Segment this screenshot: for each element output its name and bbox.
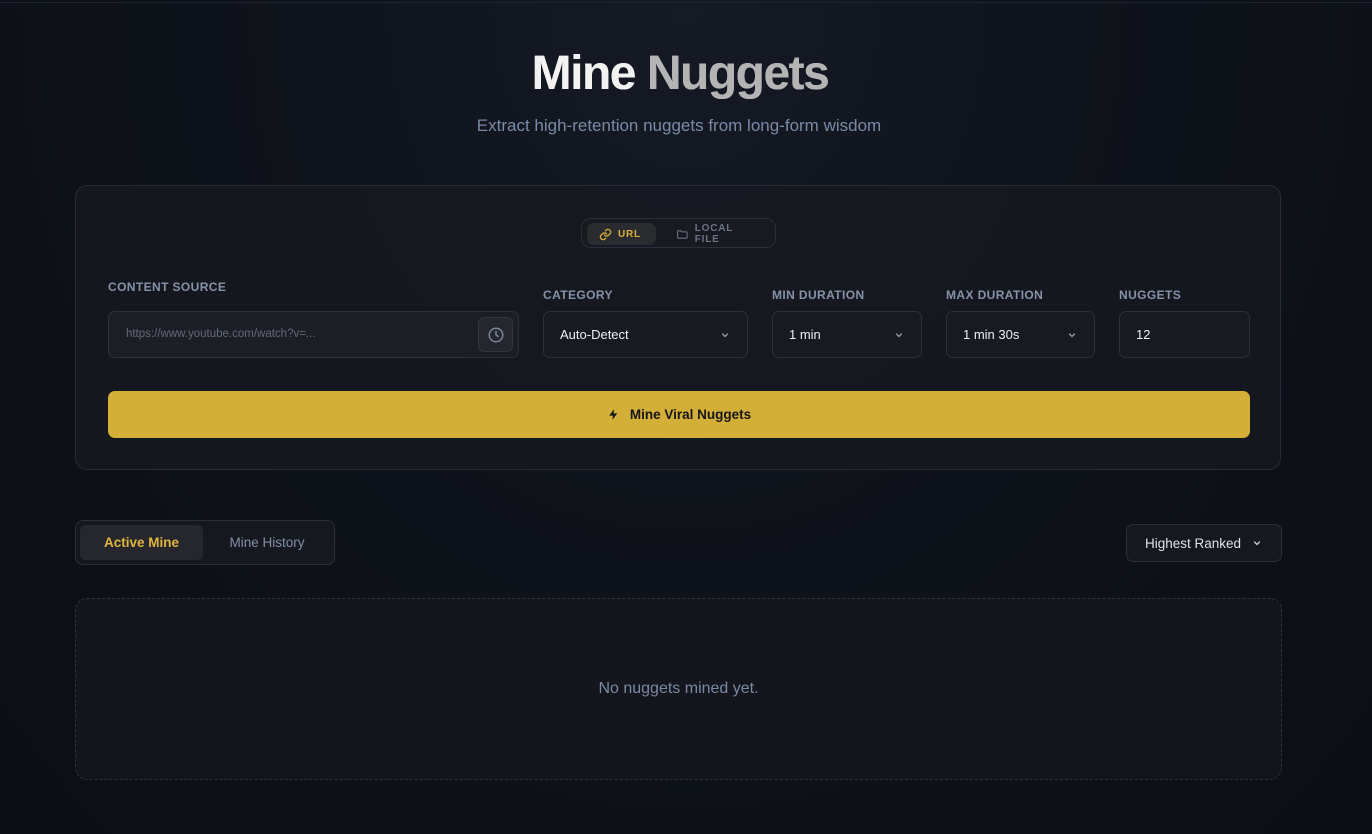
lightning-icon: [609, 409, 618, 420]
page-title-part-1: Mine: [531, 47, 637, 100]
clock-icon: [488, 327, 503, 342]
mine-button[interactable]: Mine Viral Nuggets: [108, 391, 1250, 438]
results-empty-state: No nuggets mined yet.: [75, 598, 1282, 780]
max-duration-value: 1 min 30s: [963, 327, 1020, 342]
tab-active-mine[interactable]: Active Mine: [80, 525, 203, 560]
min-duration-select[interactable]: 1 min: [772, 311, 922, 358]
source-option-url[interactable]: URL: [587, 223, 656, 245]
nuggets-label: NUGGETS: [1119, 288, 1182, 302]
category-value: Auto-Detect: [560, 327, 629, 342]
source-option-local-file-label: LOCAL FILE: [694, 223, 733, 245]
sort-value: Highest Ranked: [1144, 535, 1242, 551]
category-label: CATEGORY: [543, 288, 613, 302]
content-source-placeholder: https://www.youtube.com/watch?v=...: [126, 328, 316, 340]
content-source-input[interactable]: https://www.youtube.com/watch?v=...: [108, 311, 519, 358]
min-duration-label: MIN DURATION: [772, 288, 865, 302]
link-icon: [599, 228, 612, 240]
max-duration-label: MAX DURATION: [946, 288, 1044, 302]
min-duration-value: 1 min: [789, 327, 821, 342]
category-select[interactable]: Auto-Detect: [543, 311, 748, 358]
chevron-down-icon: [1068, 332, 1076, 337]
source-option-url-label: URL: [618, 228, 641, 240]
results-tabs: Active Mine Mine History: [75, 520, 335, 565]
source-toggle: URL LOCAL FILE: [581, 218, 776, 248]
content-source-label: CONTENT SOURCE: [108, 280, 227, 294]
chevron-down-icon: [895, 332, 903, 337]
source-option-local-file[interactable]: LOCAL FILE: [666, 223, 770, 245]
tab-mine-history[interactable]: Mine History: [207, 525, 327, 560]
top-divider: [0, 2, 1372, 3]
chevron-down-icon: [1253, 541, 1261, 546]
page-title: Mine Nuggets: [0, 46, 1360, 101]
sort-select[interactable]: Highest Ranked: [1126, 524, 1282, 562]
max-duration-select[interactable]: 1 min 30s: [946, 311, 1095, 358]
folder-icon: [677, 229, 688, 239]
nuggets-value: 12: [1136, 327, 1151, 342]
page-subtitle: Extract high-retention nuggets from long…: [476, 116, 882, 135]
empty-message: No nuggets mined yet.: [598, 680, 759, 697]
page-title-part-2: Nuggets: [646, 47, 830, 100]
history-button[interactable]: [478, 317, 513, 352]
nuggets-input[interactable]: 12: [1119, 311, 1250, 358]
chevron-down-icon: [721, 332, 729, 337]
mine-button-label: Mine Viral Nuggets: [629, 407, 752, 422]
